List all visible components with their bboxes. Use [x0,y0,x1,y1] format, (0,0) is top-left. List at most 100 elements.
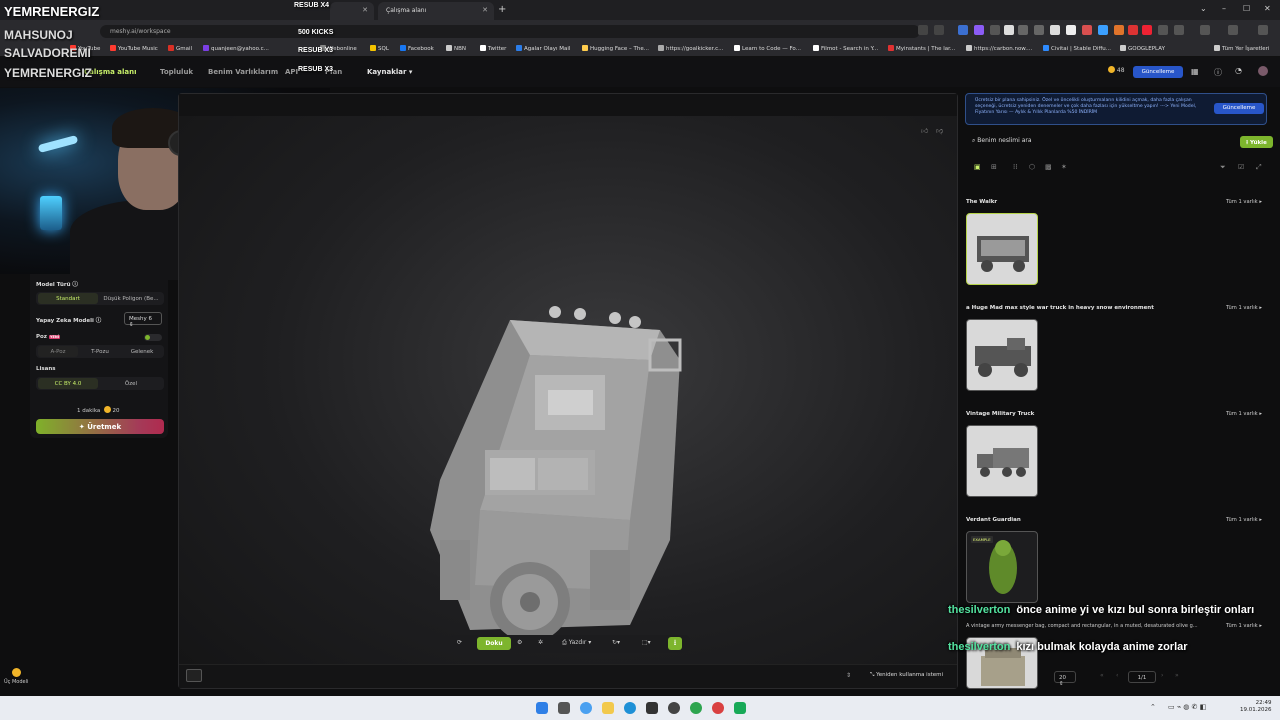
bookmark-item[interactable]: Hugging Face – The... [582,45,649,52]
folder-icon[interactable]: ▣ [974,163,981,171]
thumbs-down-icon[interactable]: 👎︎ [936,126,943,135]
close-icon[interactable]: ✕ [482,6,488,14]
next-page-icon[interactable]: › [1161,672,1163,679]
asset-thumbnail[interactable] [966,213,1038,285]
bookmark-item[interactable]: Facebook [400,45,434,52]
generate-button[interactable]: ✦ Üretmek [36,419,164,434]
extension-icon[interactable] [1082,25,1092,35]
minimize-icon[interactable]: – [1222,4,1226,13]
extension-icon[interactable] [1142,25,1152,35]
cast-icon[interactable] [918,25,928,35]
grid-icon[interactable]: ⊞ [991,163,997,171]
app-icon[interactable] [712,702,724,714]
texture-button[interactable]: Doku [477,637,511,650]
asset-visibility[interactable]: Tüm 1 varlık ▸ [1226,517,1262,523]
bookmark-item[interactable]: Civitai | Stable Diffu... [1043,45,1111,52]
edge-icon[interactable] [624,702,636,714]
download-icon[interactable] [1200,25,1210,35]
asset-visibility[interactable]: Tüm 1 varlık ▸ [1226,305,1262,311]
bookmark-item[interactable]: https://goalkicker.c... [658,45,723,52]
promo-upgrade-button[interactable]: Güncelleme [1214,103,1264,114]
download-icon[interactable]: ⭳ [668,637,682,650]
page-indicator[interactable]: 1/1 [1128,671,1156,683]
first-page-icon[interactable]: « [1100,672,1104,679]
asset-thumbnail[interactable] [966,425,1038,497]
pose-a[interactable]: A-Poz [38,346,78,357]
asset-visibility[interactable]: Tüm 1 varlık ▸ [1226,411,1262,417]
credits[interactable]: 48 [1108,66,1125,74]
asset-thumbnail[interactable] [966,319,1038,391]
pose-t[interactable]: T-Pozu [80,346,120,357]
bookmark-item[interactable]: YouTube Music [110,45,158,52]
start-icon[interactable] [536,702,548,714]
maximize-icon[interactable]: ☐ [1243,4,1250,13]
nav-resources[interactable]: Kaynaklar ▾ [367,68,412,76]
asset-visibility[interactable]: Tüm 1 varlık ▸ [1226,199,1262,205]
extension-icon[interactable] [1098,25,1108,35]
url-field[interactable]: meshy.ai/workspace [100,25,920,38]
reuse-prompt-button[interactable]: ⤡ Yeniden kullanma istemi [870,672,943,679]
app-icon[interactable] [734,702,746,714]
expand-icon[interactable]: ⇕ [846,672,851,679]
bookmark-item[interactable]: Tüm Yer İşaretleri [1214,45,1269,52]
store-icon[interactable] [646,702,658,714]
new-tab-icon[interactable]: + [498,4,506,15]
bell-icon[interactable]: ◔ [1235,66,1242,75]
cube-icon[interactable]: ⬡ [1029,163,1035,171]
last-page-icon[interactable]: » [1175,672,1179,679]
bookmark-item[interactable]: quanjeen@yahoo.c... [203,45,269,52]
filter-icon[interactable]: ⏷ [1220,163,1226,172]
pose-traditional[interactable]: Gelenek [122,346,162,357]
dots-grid-icon[interactable]: ⁞⁞ [1013,163,1017,171]
export-icon[interactable]: ⬚▾ [642,639,651,646]
animation-icon[interactable]: ✶ [1061,163,1067,171]
gift-icon[interactable]: ▦ [1191,67,1199,76]
extension-icon[interactable] [990,25,1000,35]
extension-icon[interactable] [1018,25,1028,35]
upgrade-button[interactable]: Güncelleme [1133,66,1183,78]
nav-api[interactable]: API [285,68,298,76]
texture-icon[interactable]: ▩ [1045,163,1052,171]
extension-icon[interactable] [958,25,968,35]
extension-icon[interactable] [1114,25,1124,35]
print-button[interactable]: ⎙ Yazdır ▾ [562,639,591,647]
info-icon[interactable]: ⓘ [72,282,78,288]
rig-icon[interactable]: ✲ [538,639,543,646]
tray-icons[interactable]: ▭ ⌁ ◍ ✆ ◧ [1168,703,1206,711]
profile-icon[interactable] [1228,25,1238,35]
star-icon[interactable] [934,25,944,35]
thumbs-up-icon[interactable]: 👍︎ [921,126,928,135]
remesh-icon[interactable]: ↻▾ [612,639,620,646]
bookmark-item[interactable]: Filmot - Search in Y... [813,45,878,52]
bookmark-item[interactable]: GOOGLEPLAY [1120,45,1165,52]
asset-visibility[interactable]: Tüm 1 varlık ▸ [1226,623,1262,629]
close-window-icon[interactable]: ✕ [1264,4,1271,13]
extension-icon[interactable] [1158,25,1168,35]
model-type-low-poly[interactable]: Düşük Poligon (Be... [100,293,162,304]
bookmark-item[interactable]: Myinstants | The lar... [888,45,955,52]
extension-icon[interactable] [1050,25,1060,35]
menu-icon[interactable] [1258,25,1268,35]
rotate-icon[interactable]: ⟳ [457,639,462,646]
nav-my-assets[interactable]: Benim Varlıklarım [208,68,278,76]
bookmark-item[interactable]: Learn to Code — Fo... [734,45,801,52]
prompt-thumbnail[interactable] [186,669,202,682]
browser-tab[interactable]: ✕ [330,2,374,20]
extension-icon[interactable] [1034,25,1044,35]
bookmark-item[interactable]: Twitter [480,45,506,52]
nav-community[interactable]: Topluluk [160,68,193,76]
settings-icon[interactable]: ⚙ [517,639,522,646]
search-field[interactable]: ⌕ Benim neslimi ara [972,137,1032,145]
page-size-select[interactable]: 20 ⇕ [1054,671,1076,687]
model-type-standard[interactable]: Standart [38,293,98,304]
copilot-icon[interactable] [580,702,592,714]
avatar[interactable] [1258,66,1268,76]
upload-button[interactable]: ⭱ Yükle [1240,136,1273,148]
extension-icon[interactable] [1128,25,1138,35]
browser-tab-active[interactable]: Çalışma alanı ✕ [378,2,494,20]
bottom-left-widget[interactable]: Üç Modeli [4,668,28,685]
search-icon[interactable] [558,702,570,714]
select-icon[interactable]: ☑ [1238,163,1244,171]
chrome-icon[interactable] [690,702,702,714]
info-icon[interactable]: ⓘ [96,318,102,324]
